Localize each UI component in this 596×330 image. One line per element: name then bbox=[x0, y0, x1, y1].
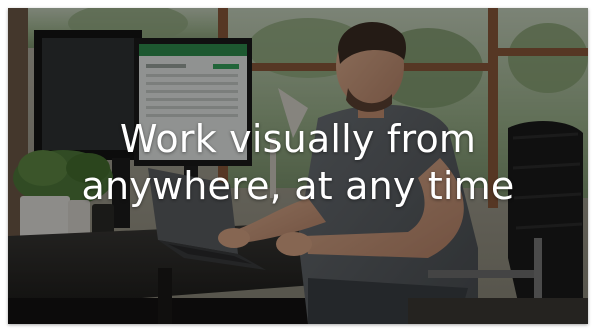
headline-line-2: anywhere, at any time bbox=[81, 164, 515, 208]
hero-headline: Work visually from anywhere, at any time bbox=[8, 116, 588, 210]
headline-line-1: Work visually from bbox=[119, 117, 477, 161]
hero-banner: Work visually from anywhere, at any time bbox=[8, 8, 588, 324]
